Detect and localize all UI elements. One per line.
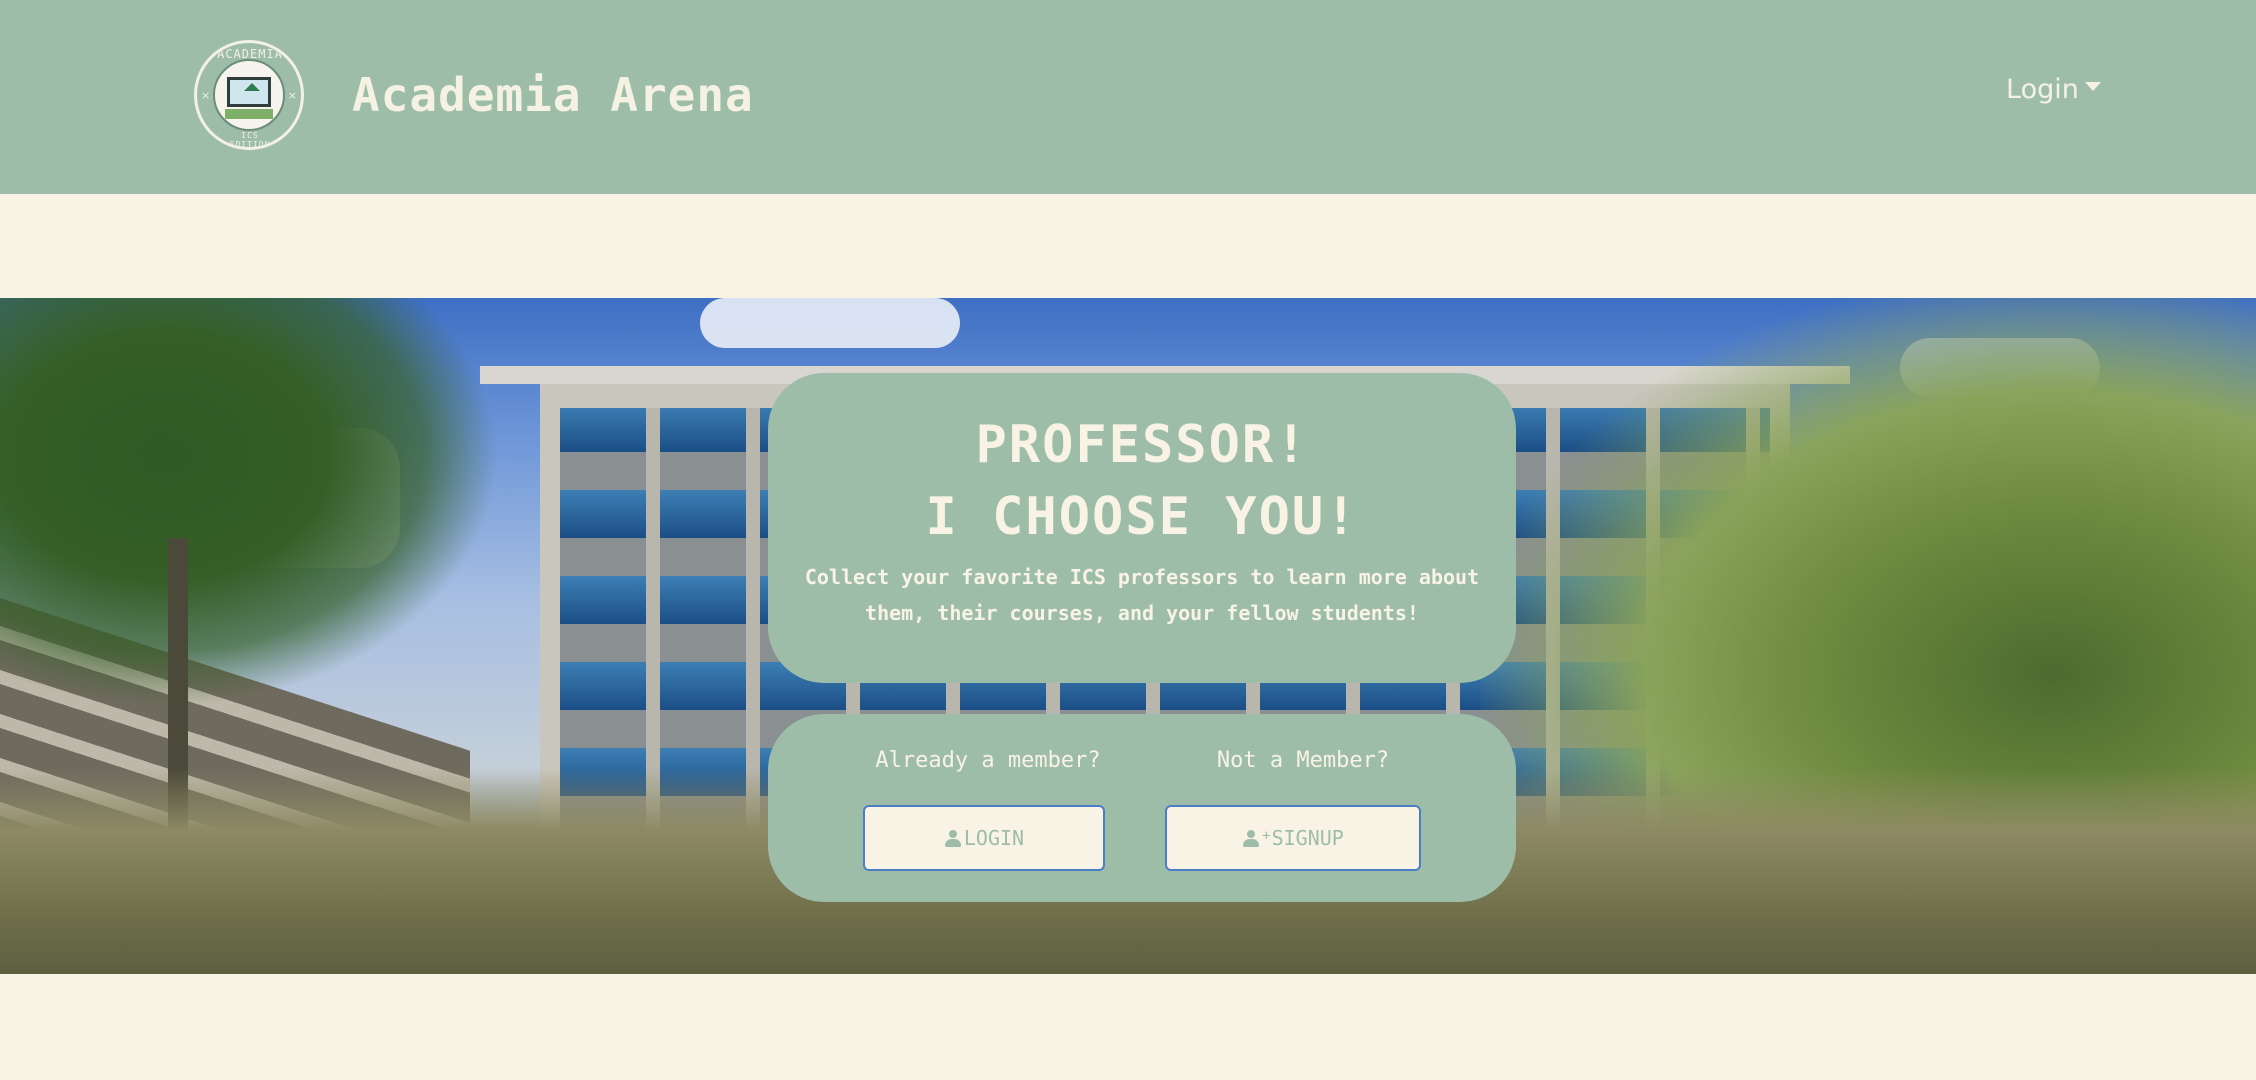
signup-button[interactable]: + SIGNUP [1165,805,1421,871]
graduation-cap-icon [244,83,260,91]
brand-title[interactable]: Academia Arena [352,68,754,122]
logo-emblem [213,59,285,131]
signup-button-label: SIGNUP [1271,826,1344,850]
navbar: ACADEMIA ARENA × × ICS EDITION Academia … [0,0,2256,194]
hero-title-line1: PROFESSOR! [975,415,1309,475]
cloud-image [700,298,960,348]
member-prompt: Already a member? [875,748,1101,773]
user-icon [944,829,962,847]
login-dropdown-label: Login [2006,74,2079,105]
user-plus-icon [1242,829,1260,847]
login-button-label: LOGIN [963,826,1025,850]
logo-subtext: ICS EDITION [229,131,271,149]
login-dropdown[interactable]: Login [2006,74,2101,105]
caret-down-icon [2084,82,2101,91]
auth-card: Already a member? Not a Member? LOGIN + … [768,714,1516,902]
academia-arena-logo[interactable]: ACADEMIA ARENA × × ICS EDITION [194,40,304,150]
login-button[interactable]: LOGIN [863,805,1105,871]
hero-subtitle: Collect your favorite ICS professors to … [804,565,1480,625]
palm-tree-image [0,298,500,708]
hero-card: PROFESSOR! I CHOOSE YOU! Collect your fa… [768,373,1516,683]
nonmember-prompt: Not a Member? [1216,748,1390,773]
hero-title-line2: I CHOOSE YOU! [925,487,1359,547]
plus-icon: + [1262,828,1271,844]
logo-star-right-icon: × [287,89,297,102]
hero-title: PROFESSOR! I CHOOSE YOU! [768,409,1516,553]
computer-screen-icon [227,77,271,107]
logo-star-left-icon: × [201,89,211,102]
logo-grass [225,109,273,119]
